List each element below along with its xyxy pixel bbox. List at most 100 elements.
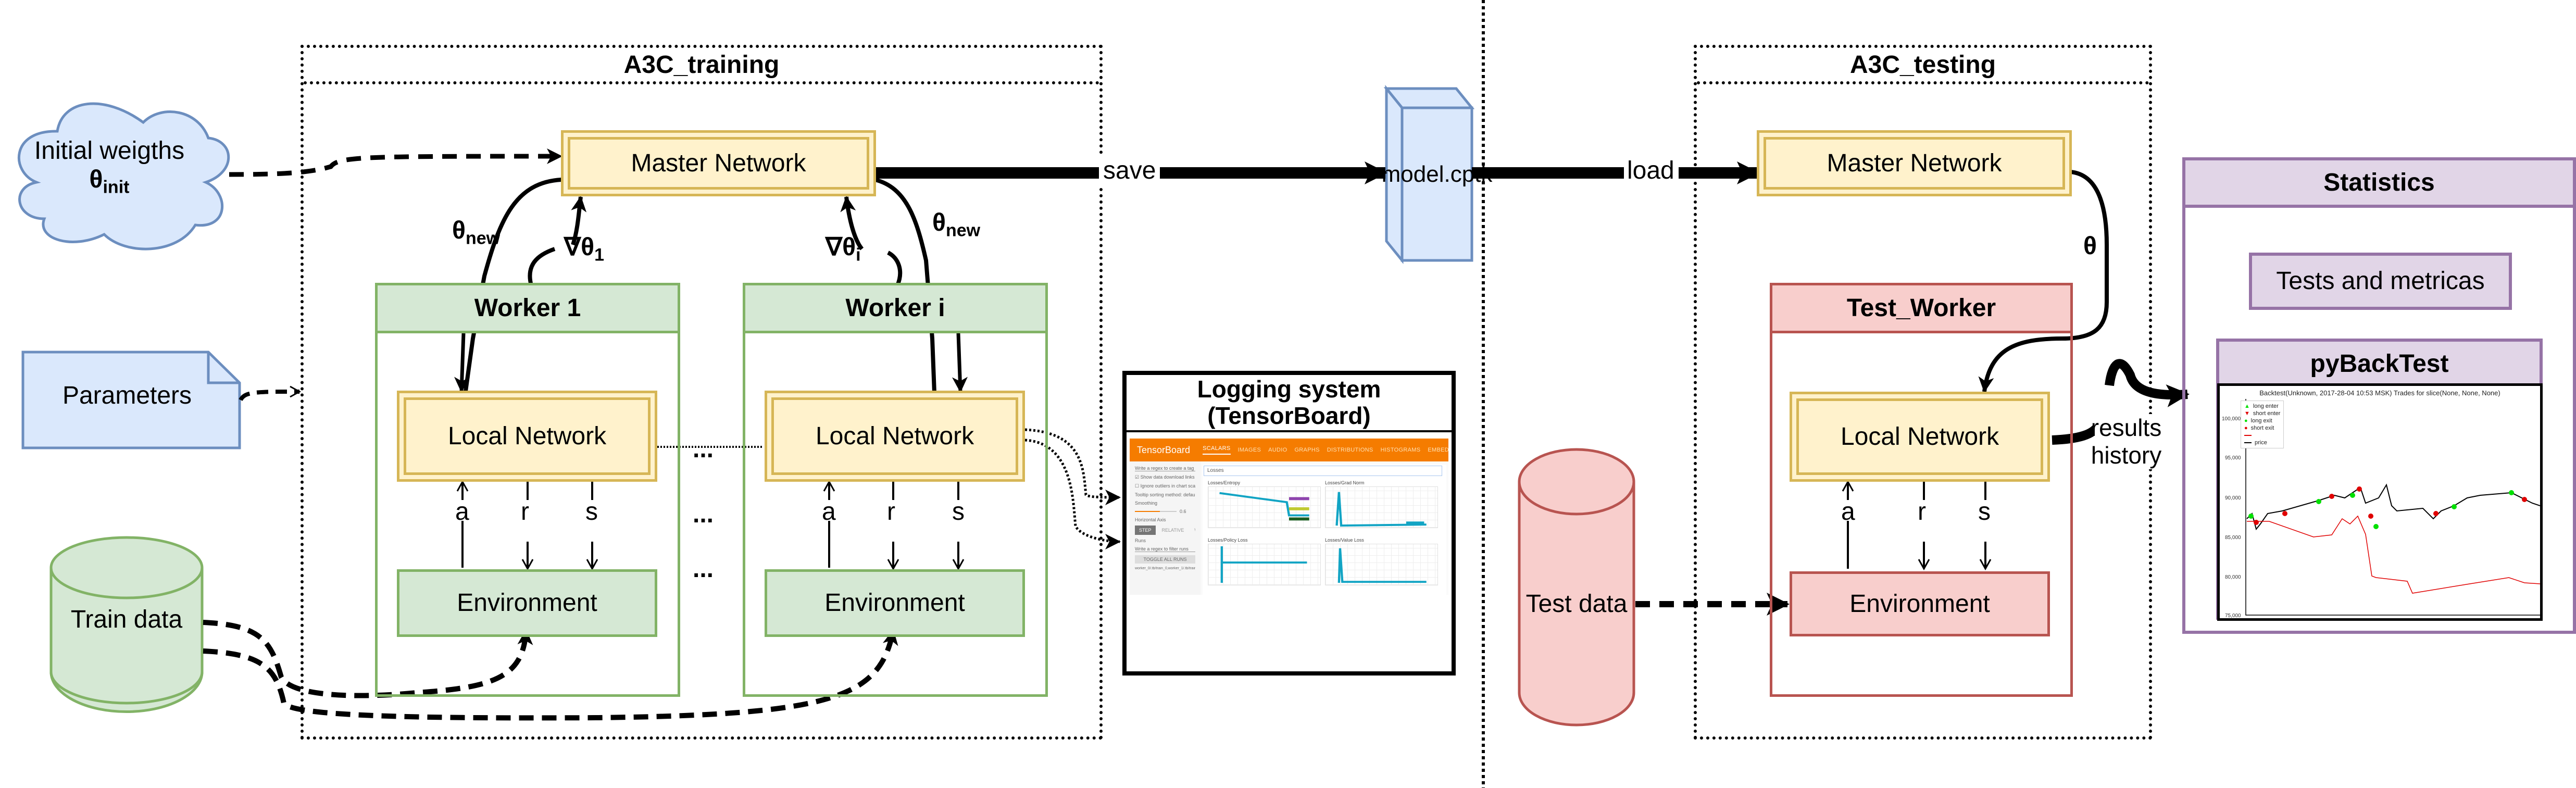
trade-marker (2452, 504, 2457, 509)
ytick-95000: 95,000 (2225, 455, 2241, 461)
triangle-up-icon: ▲ (2244, 403, 2250, 409)
a3c-testing-title: A3C_testing (1697, 48, 2149, 84)
tb-tab-embeddings[interactable]: EMBEDDINGS (1428, 447, 1448, 453)
worker-1-local-label: Local Network (404, 397, 651, 475)
backtest-legend: ▲ long enter ▼ short enter ● long exit ● sho… (2241, 401, 2284, 448)
legend-long-exit: ● long exit (2244, 418, 2272, 424)
test-theta-label: θ (2083, 232, 2097, 260)
legend-short-exit: ● short exit (2244, 425, 2274, 431)
ytick-75000: 75,000 (2225, 613, 2241, 619)
tb-card-grad-norm: Losses/Grad Norm (1325, 480, 1439, 528)
red-line-icon (2244, 435, 2252, 436)
worker-i-environment[interactable]: Environment (765, 569, 1025, 637)
trade-marker (2357, 486, 2362, 492)
test-signal-a: a (1841, 498, 1855, 526)
tb-tab-audio[interactable]: AUDIO (1268, 447, 1287, 453)
toggle-all-runs-button[interactable]: TOGGLE ALL RUNS (1135, 555, 1195, 564)
red-dot-icon: ● (2244, 425, 2248, 431)
test-local-label: Local Network (1796, 398, 2043, 475)
grad-i-label: ∇θi (826, 233, 861, 265)
ignore-outliers-checkbox[interactable]: ☐ (1135, 483, 1141, 489)
load-label: load (1624, 156, 1679, 185)
ytick-100000: 100,000 (2222, 416, 2241, 422)
worker-i-signal-r: r (887, 498, 895, 526)
tensorboard-main: Losses Losses/Entropy Losses/Grad Norm L… (1203, 465, 1446, 595)
worker-i-local-label: Local Network (771, 397, 1018, 475)
worker-i-signal-a: a (822, 498, 836, 526)
tb-tab-distributions[interactable]: DISTRIBUTIONS (1327, 447, 1373, 453)
tag-regex-input[interactable]: Write a regex to create a tag group (1135, 466, 1195, 471)
test-local-network[interactable]: Local Network (1790, 392, 2050, 482)
trade-marker (2329, 494, 2334, 499)
ytick-80000: 80,000 (2225, 574, 2241, 580)
triangle-down-icon: ▼ (2244, 410, 2250, 417)
runs-filter-input[interactable]: Write a regex to filter runs (1135, 546, 1195, 552)
tb-tab-images[interactable]: IMAGES (1238, 447, 1261, 453)
ellipsis-1: ... (693, 435, 714, 463)
tag-search-input[interactable]: Losses (1204, 466, 1442, 476)
smoothing-slider[interactable] (1135, 511, 1177, 512)
worker-1-environment[interactable]: Environment (397, 569, 657, 637)
tb-tab-histograms[interactable]: HISTOGRAMS (1381, 447, 1421, 453)
worker-1-signal-r: r (521, 498, 529, 526)
test-environment[interactable]: Environment (1790, 571, 2050, 636)
save-label: save (1099, 156, 1160, 185)
worker-1-local-network[interactable]: Local Network (397, 391, 657, 482)
trade-marker (2350, 493, 2355, 498)
train-data-label: Train data (70, 606, 183, 634)
smoothing-value[interactable]: 0.6 (1180, 509, 1186, 514)
trade-marker (2248, 514, 2254, 519)
testing-master-network[interactable]: Master Network (1757, 130, 2072, 196)
worker-1-signal-a: a (455, 498, 469, 526)
worker-1-header[interactable]: Worker 1 (375, 283, 680, 333)
worker-i-local-network[interactable]: Local Network (765, 391, 1025, 482)
test-worker-header[interactable]: Test_Worker (1770, 283, 2073, 333)
trade-marker (2368, 514, 2373, 519)
trade-marker (2433, 511, 2439, 516)
trade-marker (2509, 490, 2514, 495)
horizontal-axis-label: Horizontal Axis (1135, 517, 1166, 522)
worker-1-signal-s: s (585, 498, 598, 526)
parameters-label: Parameters (62, 382, 192, 410)
test-data-label: Test data (1525, 590, 1628, 618)
trade-marker (2316, 499, 2321, 504)
tests-and-metrics-box[interactable]: Tests and metricas (2249, 253, 2512, 310)
training-master-network[interactable]: Master Network (561, 130, 876, 196)
statistics-title: Statistics (2182, 157, 2576, 208)
black-line-icon (2244, 442, 2252, 443)
trade-marker (2522, 497, 2527, 502)
trade-marker (2254, 520, 2259, 525)
tb-plot-grad-norm (1325, 486, 1439, 528)
parameters-arrow (239, 385, 302, 402)
grad-1-label: ∇θ1 (564, 233, 604, 265)
runs-list: worker_0/.tb/train_0,worker_1/.tb/train_… (1135, 567, 1195, 570)
tb-card-policy-loss: Losses/Policy Loss (1208, 537, 1321, 585)
tb-plot-policy-loss (1208, 544, 1321, 585)
green-dot-icon: ● (2244, 418, 2248, 424)
price-line (2246, 483, 2540, 531)
axis-wall-button[interactable]: WALL (1190, 526, 1195, 535)
legend-long-enter: ▲ long enter (2244, 403, 2279, 409)
tb-plot-entropy (1208, 486, 1321, 528)
tooltip-sort-select[interactable]: default (1183, 492, 1195, 497)
tb-tab-scalars[interactable]: SCALARS (1203, 445, 1231, 455)
backtest-chart: Backtest(Unknown, 2017-28-04 10:53 MSK) … (2217, 383, 2543, 621)
trade-marker (2373, 524, 2379, 529)
show-download-checkbox[interactable]: ☑ (1135, 474, 1141, 480)
runs-label: Runs (1135, 538, 1146, 543)
ellipsis-2: ... (693, 501, 714, 528)
tensorboard-brand: TensorBoard (1137, 444, 1191, 455)
tensorboard-header: TensorBoard SCALARS IMAGES AUDIO GRAPHS … (1130, 439, 1448, 461)
training-master-label: Master Network (568, 137, 869, 190)
axis-relative-button[interactable]: RELATIVE (1158, 526, 1189, 535)
ytick-90000: 90,000 (2225, 495, 2241, 501)
theta-new-left-label: θnew (452, 217, 501, 248)
worker-i-header[interactable]: Worker i (743, 283, 1048, 333)
a3c-training-title: A3C_training (304, 48, 1099, 84)
ellipsis-3: ... (693, 555, 714, 583)
tb-tab-graphs[interactable]: GRAPHS (1294, 447, 1319, 453)
legend-short-enter: ▼ short enter (2244, 410, 2281, 417)
axis-step-button[interactable]: STEP (1135, 526, 1156, 535)
tb-card-value-loss: Losses/Value Loss (1325, 537, 1439, 585)
legend-equity (2244, 432, 2280, 439)
